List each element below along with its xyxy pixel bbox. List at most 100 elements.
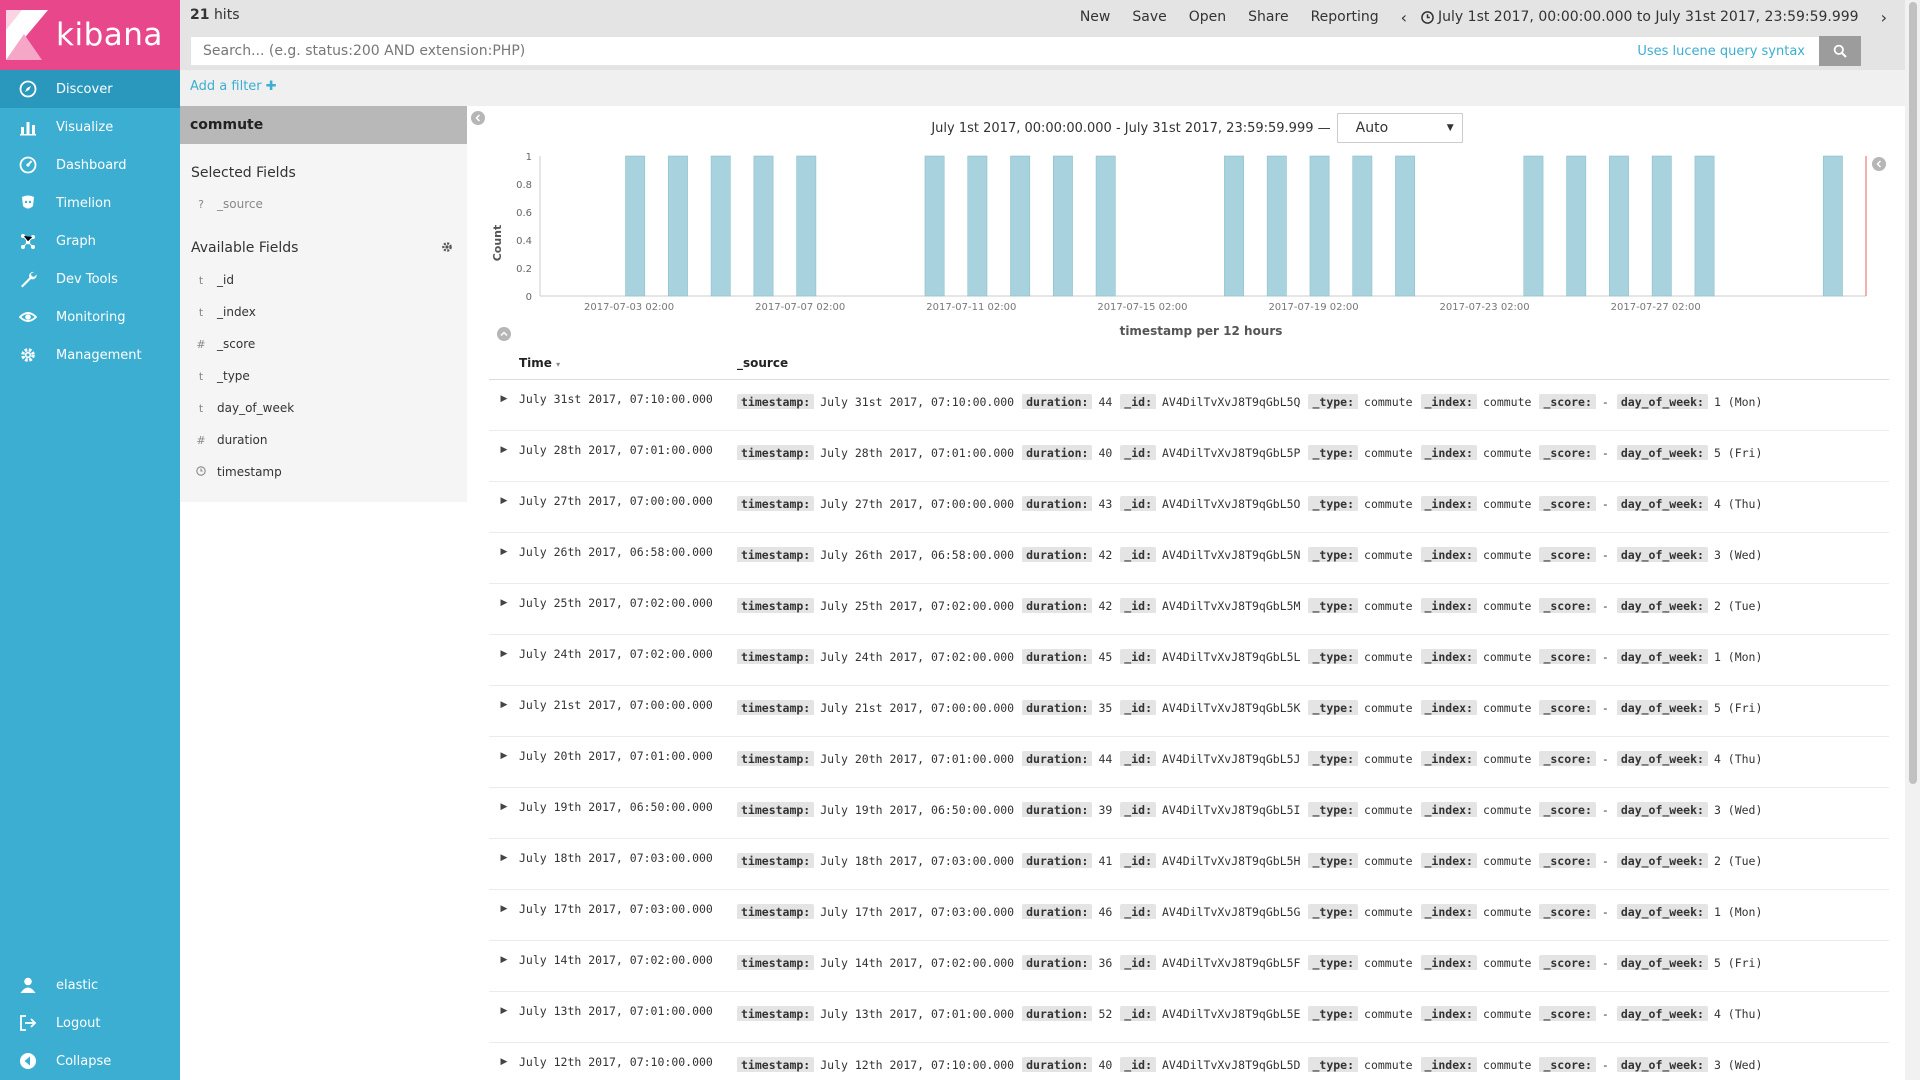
source-value-duration: 45 [1098,650,1113,664]
histogram-bar[interactable] [1694,155,1715,297]
field-item-index[interactable]: t _index [180,296,467,328]
field-item-source[interactable]: ? _source [180,188,467,220]
nav-item-logout[interactable]: Logout [0,1004,180,1042]
share-button[interactable]: Share [1248,9,1288,25]
collapse-sidebar-button[interactable] [471,111,485,125]
time-picker[interactable]: July 1st 2017, 00:00:00.000 to July 31st… [1421,9,1859,25]
field-item-timestamp[interactable]: timestamp [180,456,467,488]
histogram-bar[interactable] [1052,155,1073,297]
table-row[interactable]: ▶ July 17th 2017, 07:03:00.000 timestamp: J… [489,890,1889,941]
nav-item-timelion[interactable]: Timelion [0,184,180,222]
time-forward-chevron-icon[interactable]: › [1881,8,1887,27]
nav-item-visualize[interactable]: Visualize [0,108,180,146]
histogram-bar[interactable] [625,155,646,297]
field-item-type[interactable]: t _type [180,360,467,392]
histogram-bar[interactable] [1224,155,1244,297]
expand-row-caret-icon[interactable]: ▶ [489,443,519,455]
page-scrollbar[interactable] [1905,0,1920,1080]
field-item-day_of_week[interactable]: t day_of_week [180,392,467,424]
field-item-score[interactable]: # _score [180,328,467,360]
expand-row-caret-icon[interactable]: ▶ [489,698,519,710]
row-source: timestamp: July 28th 2017, 07:01:00.000 du… [737,443,1887,460]
index-pattern-selector[interactable]: commute [180,106,467,144]
nav-item-graph[interactable]: Graph [0,222,180,260]
table-row[interactable]: ▶ July 24th 2017, 07:02:00.000 timestamp: J… [489,635,1889,686]
field-settings-gear-icon[interactable] [441,241,453,253]
table-row[interactable]: ▶ July 31st 2017, 07:10:00.000 timestamp: J… [489,380,1889,431]
open-button[interactable]: Open [1189,9,1226,25]
expand-row-caret-icon[interactable]: ▶ [489,1004,519,1016]
histogram-bar[interactable] [1822,155,1843,297]
table-row[interactable]: ▶ July 25th 2017, 07:02:00.000 timestamp: J… [489,584,1889,635]
histogram-bar[interactable] [967,155,988,297]
table-row[interactable]: ▶ July 27th 2017, 07:00:00.000 timestamp: J… [489,482,1889,533]
expand-row-caret-icon[interactable]: ▶ [489,596,519,608]
nav-item-collapse[interactable]: Collapse [0,1042,180,1080]
expand-row-caret-icon[interactable]: ▶ [489,545,519,557]
histogram-bar[interactable] [753,155,774,297]
scrollbar-thumb[interactable] [1909,2,1917,784]
table-row[interactable]: ▶ July 19th 2017, 06:50:00.000 timestamp: J… [489,788,1889,839]
new-button[interactable]: New [1080,9,1111,25]
row-source: timestamp: July 13th 2017, 07:01:00.000 du… [737,1004,1887,1021]
search-input[interactable] [191,37,1638,65]
table-row[interactable]: ▶ July 20th 2017, 07:01:00.000 timestamp: J… [489,737,1889,788]
expand-row-caret-icon[interactable]: ▶ [489,902,519,914]
histogram-bar[interactable] [1609,155,1629,297]
histogram-bar[interactable] [1309,155,1330,297]
search-button[interactable] [1819,36,1861,66]
histogram-bar[interactable] [1395,155,1416,297]
source-value-index: commute [1482,956,1532,970]
nav-item-management[interactable]: Management [0,336,180,374]
lucene-syntax-link[interactable]: Uses lucene query syntax [1637,44,1805,59]
histogram-bar[interactable] [710,155,731,297]
histogram-bar[interactable] [668,155,688,297]
expand-row-caret-icon[interactable]: ▶ [489,800,519,812]
field-item-duration[interactable]: # duration [180,424,467,456]
nav-item-elastic[interactable]: elastic [0,966,180,1004]
time-back-chevron-icon[interactable]: ‹ [1401,8,1407,27]
nav-item-discover[interactable]: Discover [0,70,180,108]
table-row[interactable]: ▶ July 13th 2017, 07:01:00.000 timestamp: J… [489,992,1889,1043]
field-item-id[interactable]: t _id [180,264,467,296]
collapse-chart-button[interactable] [497,327,511,341]
table-row[interactable]: ▶ July 28th 2017, 07:01:00.000 timestamp: J… [489,431,1889,482]
histogram-bar[interactable] [1010,155,1031,297]
time-column-header[interactable]: Time ▾ [519,356,737,370]
histogram-bar[interactable] [924,155,945,297]
histogram-bar[interactable] [1523,155,1544,297]
table-row[interactable]: ▶ July 18th 2017, 07:03:00.000 timestamp: J… [489,839,1889,890]
table-row[interactable]: ▶ July 21st 2017, 07:00:00.000 timestamp: J… [489,686,1889,737]
expand-row-caret-icon[interactable]: ▶ [489,494,519,506]
reporting-button[interactable]: Reporting [1311,9,1379,25]
expand-row-caret-icon[interactable]: ▶ [489,1055,519,1067]
source-value-day-of-week: 1 (Mon) [1713,395,1763,409]
source-value-index: commute [1482,599,1532,613]
table-row[interactable]: ▶ July 12th 2017, 07:10:00.000 timestamp: J… [489,1043,1889,1080]
expand-row-caret-icon[interactable]: ▶ [489,953,519,965]
expand-row-caret-icon[interactable]: ▶ [489,851,519,863]
sort-down-icon[interactable]: ▾ [556,360,560,369]
nav-item-dashboard[interactable]: Dashboard [0,146,180,184]
histogram-bar[interactable] [1266,155,1287,297]
table-row[interactable]: ▶ July 14th 2017, 07:02:00.000 timestamp: J… [489,941,1889,992]
nav-item-monitoring[interactable]: Monitoring [0,298,180,336]
expand-row-caret-icon[interactable]: ▶ [489,647,519,659]
histogram-bar[interactable] [1651,155,1672,297]
expand-row-caret-icon[interactable]: ▶ [489,392,519,404]
table-row[interactable]: ▶ July 26th 2017, 06:58:00.000 timestamp: J… [489,533,1889,584]
chart-next-button[interactable] [1872,157,1886,171]
interval-select[interactable]: Auto ▼ [1336,113,1463,143]
expand-row-caret-icon[interactable]: ▶ [489,749,519,761]
histogram-bar[interactable] [1352,155,1373,297]
histogram-bar[interactable] [796,155,817,297]
save-button[interactable]: Save [1132,9,1166,25]
source-value-timestamp: July 24th 2017, 07:02:00.000 [820,650,1015,664]
histogram-bar[interactable] [1095,155,1116,297]
add-filter-button[interactable]: Add a filter ✚ [190,79,277,94]
histogram-bar[interactable] [1566,155,1587,297]
nav-item-dev-tools[interactable]: Dev Tools [0,260,180,298]
kibana-logo[interactable]: kibana [0,0,180,70]
source-key-index: _index: [1420,955,1477,970]
source-value-index: commute [1482,752,1532,766]
